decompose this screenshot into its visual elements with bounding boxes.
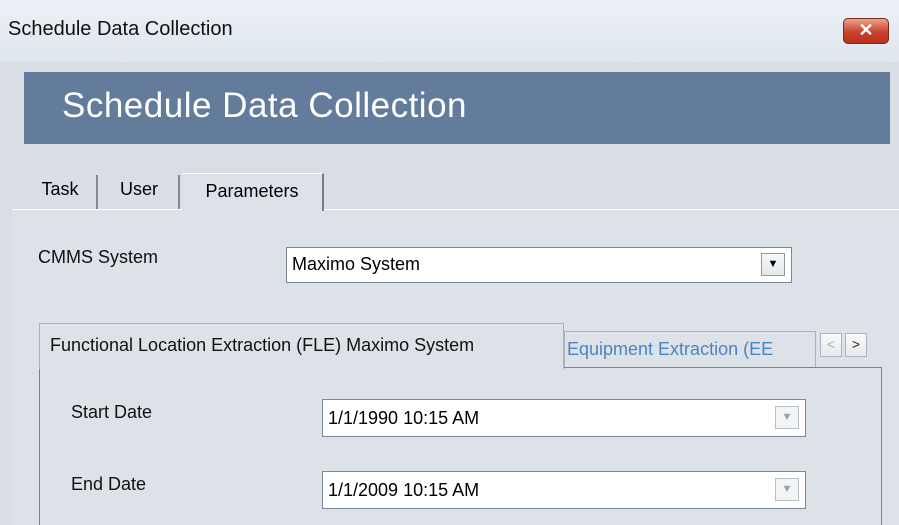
cmms-system-dropdown[interactable]: Maximo System ▼ <box>286 247 792 283</box>
tab-task-label: Task <box>41 179 79 199</box>
tab-equipment-extraction-label: Equipment Extraction (EE <box>567 339 774 359</box>
tab-scroll-right-button[interactable]: > <box>845 333 867 357</box>
banner-heading: Schedule Data Collection <box>62 86 468 125</box>
tab-parameters[interactable]: Parameters <box>182 173 324 211</box>
tab-fle-maximo[interactable]: Functional Location Extraction (FLE) Max… <box>39 323 564 369</box>
tab-user-label: User <box>119 179 158 199</box>
chevron-left-icon: < <box>826 336 836 352</box>
start-date-picker[interactable]: 1/1/1990 10:15 AM ▼ <box>322 399 806 437</box>
start-date-value: 1/1/1990 10:15 AM <box>328 408 480 428</box>
tab-scroll-left-button[interactable]: < <box>820 333 842 357</box>
title-bar[interactable]: Schedule Data Collection ✕ <box>0 0 899 62</box>
cmms-system-label: CMMS System <box>38 247 159 267</box>
tab-user[interactable]: User <box>100 175 180 209</box>
dialog-window: Schedule Data Collection ✕ Schedule Data… <box>0 0 899 525</box>
end-date-value: 1/1/2009 10:15 AM <box>328 480 480 500</box>
end-date-label: End Date <box>71 474 147 494</box>
end-date-picker[interactable]: 1/1/2009 10:15 AM ▼ <box>322 471 806 509</box>
start-date-label: Start Date <box>71 402 153 422</box>
chevron-down-icon[interactable]: ▼ <box>775 406 799 429</box>
chevron-down-icon[interactable]: ▼ <box>761 253 785 276</box>
chevron-down-icon[interactable]: ▼ <box>775 478 799 501</box>
cmms-system-value: Maximo System <box>292 254 421 274</box>
close-icon: ✕ <box>858 20 874 40</box>
header-banner: Schedule Data Collection <box>24 72 890 144</box>
chevron-right-icon: > <box>851 336 861 352</box>
close-button[interactable]: ✕ <box>843 18 889 44</box>
tab-task[interactable]: Task <box>24 175 98 209</box>
tab-fle-maximo-label: Functional Location Extraction (FLE) Max… <box>50 335 475 355</box>
tab-parameters-label: Parameters <box>205 181 299 201</box>
tab-equipment-extraction[interactable]: Equipment Extraction (EE <box>564 331 816 367</box>
window-title: Schedule Data Collection <box>8 18 233 40</box>
